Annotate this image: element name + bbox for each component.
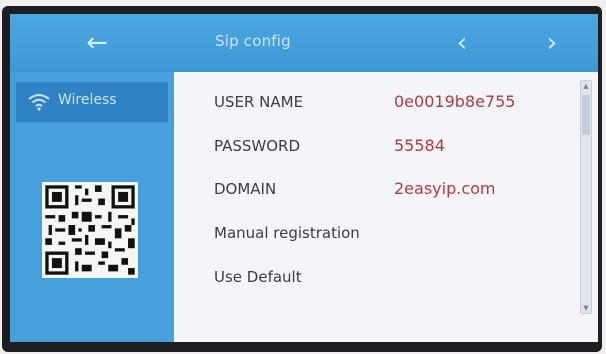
chevron-right-icon: ›	[546, 28, 558, 58]
domain-row[interactable]: DOMAIN 2easyip.com	[214, 171, 574, 207]
manual-registration-label: Manual registration	[214, 224, 360, 242]
chevron-left-icon: ‹	[456, 28, 468, 58]
previous-button[interactable]: ‹	[445, 26, 479, 60]
use-default-label: Use Default	[214, 268, 302, 286]
password-value: 55584	[394, 136, 445, 155]
page-title: Sip config	[215, 32, 291, 50]
domain-label: DOMAIN	[214, 180, 277, 198]
use-default-button[interactable]: Use Default	[214, 259, 574, 295]
arrow-left-icon: ←	[86, 28, 108, 58]
back-button[interactable]: ←	[80, 26, 114, 60]
qr-code-icon	[42, 182, 138, 278]
manual-registration-button[interactable]: Manual registration	[214, 215, 574, 251]
sidebar-item-label: Wireless	[58, 92, 117, 108]
password-row[interactable]: PASSWORD 55584	[214, 128, 574, 164]
top-bar: ← Sip config ‹ ›	[10, 14, 598, 72]
scrollbar[interactable]: ▲ ▼	[580, 80, 592, 314]
touch-screen: ← Sip config ‹ › Wireless USER NAME 0e00…	[10, 14, 598, 342]
scroll-up-icon[interactable]: ▲	[581, 81, 591, 91]
sip-config-panel: USER NAME 0e0019b8e755 PASSWORD 55584 DO…	[174, 72, 598, 342]
domain-value: 2easyip.com	[394, 179, 496, 198]
scrollbar-thumb[interactable]	[582, 95, 590, 135]
sidebar: Wireless	[10, 72, 174, 342]
user-name-label: USER NAME	[214, 93, 304, 111]
next-button[interactable]: ›	[535, 26, 569, 60]
scroll-down-icon[interactable]: ▼	[581, 303, 591, 313]
user-name-value: 0e0019b8e755	[394, 92, 516, 111]
password-label: PASSWORD	[214, 137, 301, 155]
user-name-row[interactable]: USER NAME 0e0019b8e755	[214, 84, 574, 120]
sidebar-item-wireless[interactable]: Wireless	[16, 82, 168, 122]
wifi-icon	[28, 94, 50, 111]
